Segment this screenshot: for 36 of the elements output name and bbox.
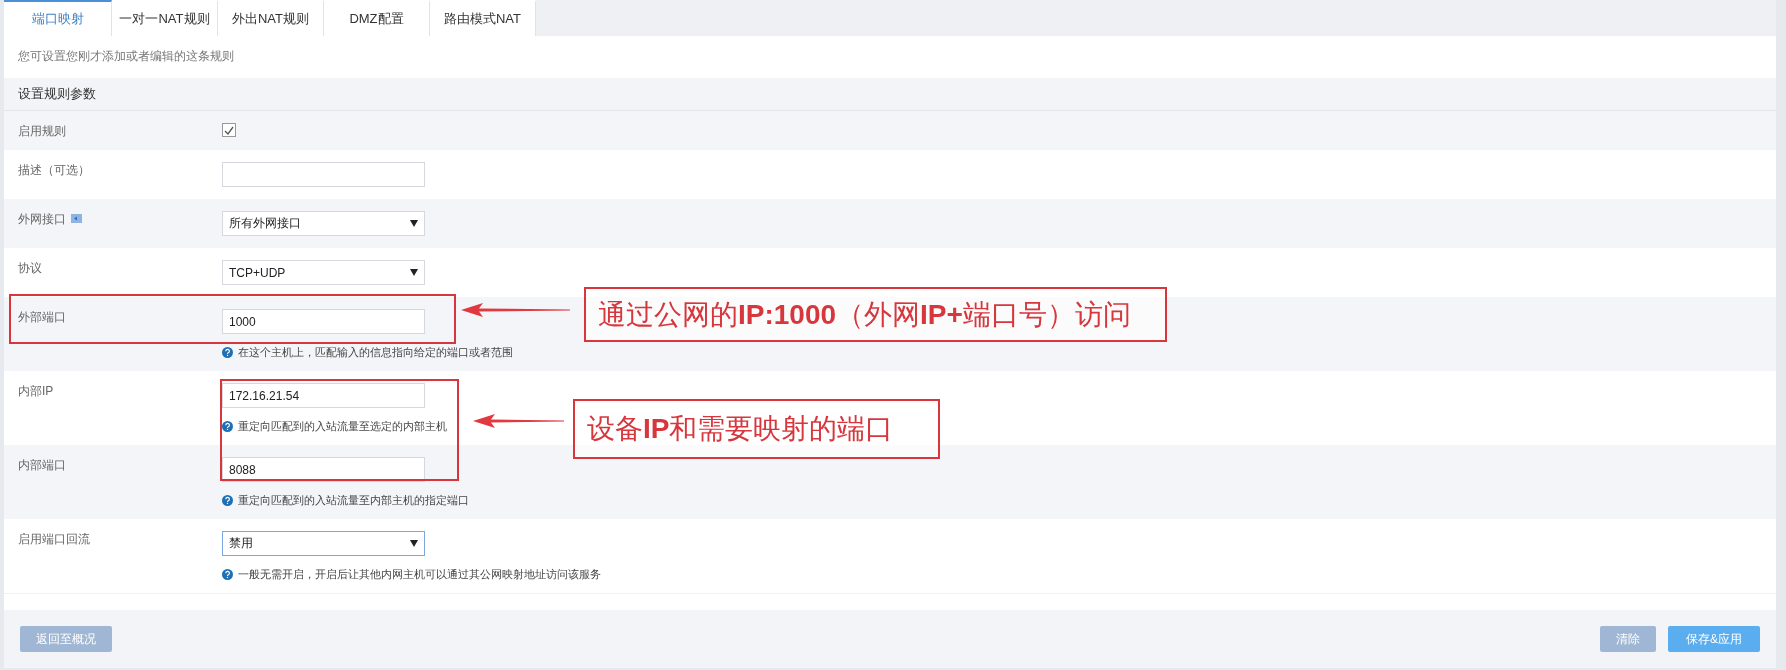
intro-text: 您可设置您刚才添加或者编辑的这条规则 <box>17 47 235 65</box>
tab[interactable]: 一对一NAT规则 <box>112 0 218 36</box>
tab[interactable]: 外出NAT规则 <box>218 0 324 36</box>
field-label: 内部IP <box>18 384 54 398</box>
field-label: 协议 <box>18 261 42 275</box>
select-field[interactable]: 禁用 <box>222 531 425 556</box>
tab[interactable]: 端口映射 <box>4 0 112 36</box>
field-label: 外部端口 <box>18 310 66 324</box>
callout-text: 设备IP和需要映射的端口 <box>573 399 940 459</box>
help-icon <box>222 346 233 358</box>
tab[interactable]: DMZ配置 <box>324 0 430 36</box>
caret-icon <box>410 269 418 276</box>
help-text: 重定向匹配到的入站流量至选定的内部主机 <box>238 419 447 433</box>
help-text: 重定向匹配到的入站流量至内部主机的指定端口 <box>238 493 469 507</box>
checkbox[interactable] <box>222 123 236 137</box>
help-text: 一般无需开启，开启后让其他内网主机可以通过其公网映射地址访问该服务 <box>238 567 601 581</box>
caret-icon <box>410 220 418 227</box>
field-label: 启用规则 <box>18 124 66 138</box>
input-field[interactable] <box>222 162 425 187</box>
input-field[interactable]: 8088 <box>222 457 425 482</box>
help-icon <box>222 494 233 506</box>
select-field[interactable]: 所有外网接口 <box>222 211 425 236</box>
help-icon <box>222 568 233 580</box>
field-label: 描述（可选） <box>18 163 90 177</box>
input-field[interactable]: 172.16.21.54 <box>222 383 425 408</box>
field-label: 内部端口 <box>18 458 66 472</box>
select-field[interactable]: TCP+UDP <box>222 260 425 285</box>
caret-icon <box>410 540 418 547</box>
callout-text: 通过公网的IP:1000（外网IP+端口号）访问 <box>584 287 1167 342</box>
input-field[interactable]: 1000 <box>222 309 425 334</box>
help-icon <box>222 420 233 432</box>
tab[interactable]: 路由模式NAT <box>430 0 536 36</box>
field-label: 外网接口 <box>18 212 66 226</box>
field-label: 启用端口回流 <box>18 532 90 546</box>
help-text: 在这个主机上，匹配输入的信息指向给定的端口或者范围 <box>238 345 513 359</box>
section-title: 设置规则参数 <box>4 78 1776 111</box>
